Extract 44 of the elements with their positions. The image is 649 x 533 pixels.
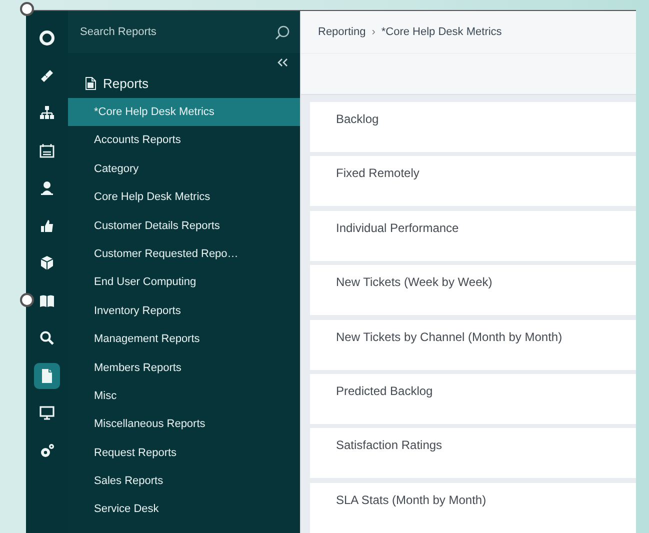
ticket-icon[interactable] (39, 68, 55, 84)
sidebar-item[interactable]: Category (68, 154, 300, 184)
sidebar-item[interactable]: Members Reports (68, 354, 300, 382)
sidebar-item[interactable]: Request Reports (68, 438, 300, 468)
person-icon[interactable] (39, 180, 55, 196)
report-card[interactable]: Backlog (310, 102, 636, 152)
report-card[interactable]: Individual Performance (310, 210, 636, 261)
sidebar-item[interactable]: Customer Details Reports (68, 212, 300, 240)
sidebar-item[interactable]: Core Help Desk Metrics (68, 183, 300, 212)
document-icon (85, 76, 96, 90)
book-icon[interactable] (39, 292, 55, 308)
hierarchy-icon[interactable] (39, 105, 55, 121)
sidebar-item[interactable]: Customer Requested Repo… (68, 240, 300, 268)
circle-handle-icon (20, 293, 34, 307)
sidebar-item[interactable]: Inventory Reports (68, 296, 300, 326)
sidebar-heading: Reports (103, 76, 149, 90)
search-icon[interactable] (39, 330, 55, 346)
report-card[interactable]: New Tickets by Channel (Month by Month) (310, 320, 636, 370)
report-card[interactable]: Predicted Backlog (310, 374, 636, 424)
breadcrumb-current: *Core Help Desk Metrics (381, 26, 502, 38)
report-card[interactable]: New Tickets (Week by Week) (310, 265, 636, 316)
breadcrumb-link[interactable]: Reporting (318, 26, 366, 38)
document-icon (39, 368, 55, 384)
sidebar-item[interactable]: Management Reports (68, 325, 300, 354)
sidebar-item[interactable]: Miscellaneous Reports (68, 410, 300, 439)
ring-logo-icon[interactable] (39, 30, 55, 46)
box-icon[interactable] (39, 255, 55, 271)
sidebar-item[interactable]: Sales Reports (68, 467, 300, 496)
sidebar-item[interactable]: Service Desk (68, 495, 300, 524)
breadcrumb-separator: › (372, 26, 376, 38)
search-icon (275, 24, 290, 40)
report-card[interactable]: Fixed Remotely (310, 156, 636, 206)
sidebar-item[interactable]: Accounts Reports (68, 126, 300, 155)
monitor-icon[interactable] (39, 405, 55, 421)
thumbs-up-icon[interactable] (39, 218, 55, 234)
gears-icon[interactable] (39, 442, 55, 458)
calendar-icon[interactable] (39, 142, 55, 158)
sidebar-item[interactable]: *Core Help Desk Metrics (68, 98, 300, 126)
rail-button[interactable] (34, 362, 60, 388)
report-card[interactable]: SLA Stats (Month by Month) (310, 482, 636, 533)
report-card[interactable]: Satisfaction Ratings (310, 428, 636, 478)
collapse-icon[interactable] (277, 58, 288, 67)
sidebar-item[interactable]: Misc (68, 382, 300, 410)
sidebar-item[interactable]: End User Computing (68, 268, 300, 297)
